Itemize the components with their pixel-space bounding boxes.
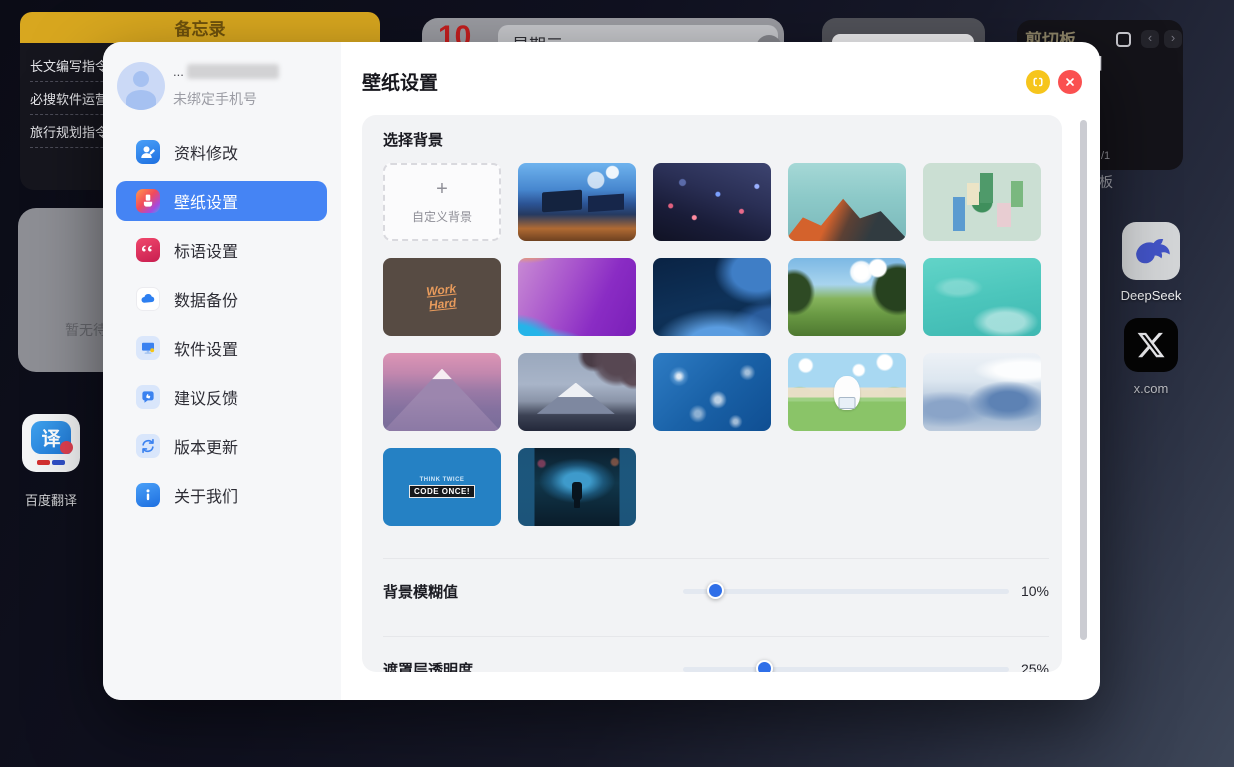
- wallpaper-tile-meadow[interactable]: [788, 258, 906, 336]
- sidebar-item-label: 版本更新: [174, 434, 238, 458]
- wallpaper-tile-work-hard[interactable]: WorkHard: [383, 258, 501, 336]
- settings-sidebar: ... 未绑定手机号 资料修改壁纸设置标语设置数据备份软件设置建议反馈版本更新关…: [103, 42, 341, 700]
- sidebar-item-label: 关于我们: [174, 483, 238, 507]
- fullscreen-button[interactable]: [1026, 70, 1050, 94]
- custom-background-label: 自定义背景: [412, 208, 472, 225]
- frame-brackets-icon: [1031, 75, 1045, 89]
- page-title: 壁纸设置: [362, 68, 438, 95]
- wallpaper-grid: + 自定义背景 WorkHard THINK TWICE CODE ONCE!: [383, 163, 1041, 526]
- x-app-icon[interactable]: [1124, 318, 1178, 372]
- sidebar-item-label: 软件设置: [174, 336, 238, 360]
- wallpaper-tile-purple-wave[interactable]: [518, 258, 636, 336]
- wallpaper-tile-teal-water[interactable]: [923, 258, 1041, 336]
- wallpaper-tile-blue-wave[interactable]: [653, 258, 771, 336]
- sidebar-item-backup[interactable]: 数据备份: [116, 279, 327, 319]
- wallpaper-text: WorkHard: [426, 281, 459, 313]
- slider-track-bar[interactable]: [683, 589, 1009, 594]
- about-icon: [136, 483, 160, 507]
- deepseek-app-icon[interactable]: [1122, 222, 1180, 280]
- wallpaper-panel: 选择背景 + 自定义背景 WorkHard THINK TWICE CODE ONCE!…: [362, 115, 1062, 672]
- wallpaper-tile-anime-desk[interactable]: [518, 163, 636, 241]
- x-label: x.com: [1106, 381, 1196, 396]
- wallpaper-tile-cartoon-lawn[interactable]: [788, 353, 906, 431]
- username: ...: [173, 64, 279, 79]
- section-title: 选择背景: [383, 129, 1049, 149]
- sidebar-item-label: 壁纸设置: [174, 189, 238, 213]
- sidebar-item-slogan[interactable]: 标语设置: [116, 230, 327, 270]
- wallpaper-tile-fuji-sakura[interactable]: [518, 353, 636, 431]
- slider-value: 25%: [1021, 661, 1049, 672]
- clipboard-counter: /1: [1101, 150, 1110, 162]
- sidebar-item-wallpaper[interactable]: 壁纸设置: [116, 181, 327, 221]
- backup-icon: [136, 287, 160, 311]
- close-button[interactable]: [1058, 70, 1082, 94]
- wallpaper-text-line1: THINK TWICE: [420, 477, 465, 483]
- sidebar-item-label: 资料修改: [174, 140, 238, 164]
- wallpaper-tile-cyber-room[interactable]: [518, 448, 636, 526]
- desktop: 备忘录 长文编写指令必搜软件运营旅行规划指令 10 星期三 剪切板 ‹ › 深的…: [0, 0, 1234, 767]
- translate-bars-icon: [37, 460, 65, 465]
- slogan-icon: [136, 238, 160, 262]
- settings-content: 壁纸设置 选择背景 + 自定义背景 WorkHard THINK TWICE CODE …: [341, 42, 1100, 700]
- sidebar-item-feedback[interactable]: 建议反馈: [116, 377, 327, 417]
- wallpaper-tile-code-once[interactable]: THINK TWICE CODE ONCE!: [383, 448, 501, 526]
- copy-icon[interactable]: [1116, 32, 1131, 47]
- slider-thumb-overlay[interactable]: [756, 660, 773, 672]
- wallpaper-tile-mountain-sunset[interactable]: [788, 163, 906, 241]
- slider-label: 遮罩层透明度: [383, 659, 683, 673]
- wallpaper-tile-water-blue[interactable]: [653, 353, 771, 431]
- wallpaper-icon: [136, 189, 160, 213]
- avatar[interactable]: [117, 62, 165, 110]
- x-logo-icon: [1136, 330, 1166, 360]
- sidebar-item-about[interactable]: 关于我们: [116, 475, 327, 515]
- wallpaper-tile-fuji-pink[interactable]: [383, 353, 501, 431]
- software-icon: [136, 336, 160, 360]
- sidebar-item-software[interactable]: 软件设置: [116, 328, 327, 368]
- sidebar-item-profile[interactable]: 资料修改: [116, 132, 327, 172]
- whale-icon: [1130, 230, 1172, 272]
- sliders-container: 背景模糊值 10% 遮罩层透明度 25%: [383, 559, 1049, 672]
- sidebar-item-update[interactable]: 版本更新: [116, 426, 327, 466]
- wallpaper-tile-cyber-city[interactable]: [653, 163, 771, 241]
- slider-row-blur: 背景模糊值 10%: [383, 559, 1049, 636]
- clipboard-prev-button[interactable]: ‹: [1141, 30, 1159, 48]
- slider-row-overlay: 遮罩层透明度 25%: [383, 637, 1049, 672]
- slider-label: 背景模糊值: [383, 581, 683, 602]
- sidebar-item-label: 建议反馈: [174, 385, 238, 409]
- slider-track-overlay[interactable]: [683, 657, 1009, 672]
- plus-icon: +: [436, 179, 448, 199]
- profile-icon: [136, 140, 160, 164]
- deepseek-label: DeepSeek: [1106, 288, 1196, 303]
- translate-red-accent: [60, 441, 73, 454]
- sidebar-menu: 资料修改壁纸设置标语设置数据备份软件设置建议反馈版本更新关于我们: [116, 132, 327, 524]
- feedback-icon: [136, 385, 160, 409]
- scrollbar-thumb[interactable]: [1080, 120, 1087, 640]
- clipboard-next-button[interactable]: ›: [1164, 30, 1182, 48]
- username-redacted-blur: [187, 64, 279, 79]
- wallpaper-text-line2: CODE ONCE!: [409, 485, 475, 498]
- username-masked: ...: [173, 64, 184, 79]
- slider-track-blur[interactable]: [683, 579, 1009, 603]
- baidu-translate-label: 百度翻译: [8, 490, 94, 509]
- slider-track-bar[interactable]: [683, 667, 1009, 672]
- sidebar-item-label: 数据备份: [174, 287, 238, 311]
- custom-background-tile[interactable]: + 自定义背景: [383, 163, 501, 241]
- update-icon: [136, 434, 160, 458]
- wallpaper-tile-misty-mountains[interactable]: [923, 353, 1041, 431]
- phone-status: 未绑定手机号: [173, 89, 257, 109]
- sidebar-item-label: 标语设置: [174, 238, 238, 262]
- close-icon: [1064, 76, 1076, 88]
- memo-title: 备忘录: [20, 12, 380, 43]
- slider-thumb-blur[interactable]: [707, 582, 724, 599]
- wallpaper-tile-tags-green[interactable]: [923, 163, 1041, 241]
- baidu-translate-app-icon[interactable]: 译: [22, 414, 80, 472]
- slider-value: 10%: [1021, 583, 1049, 599]
- wallpaper-settings-dialog: ... 未绑定手机号 资料修改壁纸设置标语设置数据备份软件设置建议反馈版本更新关…: [103, 42, 1100, 700]
